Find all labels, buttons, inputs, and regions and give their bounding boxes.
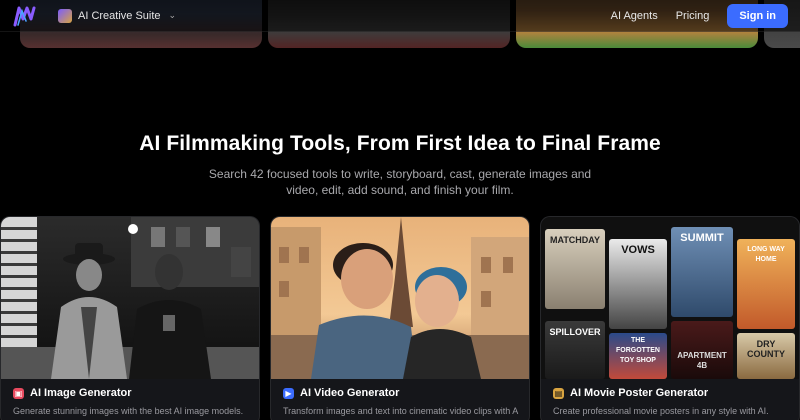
card-title-row: ▣ AI Image Generator — [13, 387, 249, 399]
nav-link-pricing[interactable]: Pricing — [676, 10, 710, 22]
logo-icon[interactable] — [12, 3, 38, 29]
poster-dry-county: DRY COUNTY — [737, 333, 795, 379]
tool-card-movie-poster-generator[interactable]: MATCHDAY VOWS SUMMIT LONG WAY HOME SPILL… — [540, 216, 800, 420]
image-tool-icon: ▣ — [13, 387, 24, 399]
card-description: Transform images and text into cinematic… — [283, 406, 519, 416]
chevron-down-icon: ⌄ — [168, 10, 177, 20]
card-meta: ▤ AI Movie Poster Generator Create profe… — [553, 387, 789, 416]
poster-spillover: SPILLOVER — [545, 321, 605, 379]
suite-icon — [58, 8, 72, 23]
card-image-paris-couple — [271, 217, 529, 379]
card-title: AI Movie Poster Generator — [570, 387, 709, 399]
card-meta: ▶ AI Video Generator Transform images an… — [283, 387, 519, 416]
card-title: AI Image Generator — [30, 387, 132, 399]
card-description: Generate stunning images with the best A… — [13, 406, 244, 416]
poster-summit: SUMMIT — [671, 227, 733, 317]
sign-in-button[interactable]: Sign in — [727, 3, 788, 28]
nav-link-ai-agents[interactable]: AI Agents — [611, 10, 658, 22]
navbar: AI Creative Suite ⌄ AI Agents Pricing Si… — [0, 0, 800, 32]
poster-long-way-home: LONG WAY HOME — [737, 239, 795, 329]
suite-dropdown[interactable]: AI Creative Suite ⌄ — [58, 8, 177, 23]
card-image-noir-scene — [1, 217, 259, 379]
suite-label: AI Creative Suite — [78, 9, 161, 22]
card-title: AI Video Generator — [300, 387, 400, 399]
page-subtitle: Search 42 focused tools to write, storyb… — [208, 167, 592, 197]
video-tool-icon: ▶ — [283, 387, 294, 399]
tool-card-video-generator[interactable]: ▶ AI Video Generator Transform images an… — [270, 216, 530, 420]
poster-vows: VOWS — [609, 239, 667, 329]
card-description: Create professional movie posters in any… — [553, 406, 769, 416]
hero-section: AI Filmmaking Tools, From First Idea to … — [0, 132, 800, 198]
tool-card-image-generator[interactable]: ▣ AI Image Generator Generate stunning i… — [0, 216, 260, 420]
card-title-row: ▶ AI Video Generator — [283, 387, 519, 399]
card-title-row: ▤ AI Movie Poster Generator — [553, 387, 789, 399]
card-meta: ▣ AI Image Generator Generate stunning i… — [13, 387, 249, 416]
poster-tool-icon: ▤ — [553, 387, 564, 399]
poster-forgotten-toy-shop: THE FORGOTTEN TOY SHOP — [609, 333, 667, 379]
page-title: AI Filmmaking Tools, From First Idea to … — [139, 132, 661, 155]
poster-matchday: MATCHDAY — [545, 229, 605, 309]
card-image-poster-grid: MATCHDAY VOWS SUMMIT LONG WAY HOME SPILL… — [541, 217, 799, 379]
nav-actions: AI Agents Pricing Sign in — [611, 3, 788, 28]
poster-apartment-4b: APARTMENT 4B — [671, 321, 733, 379]
